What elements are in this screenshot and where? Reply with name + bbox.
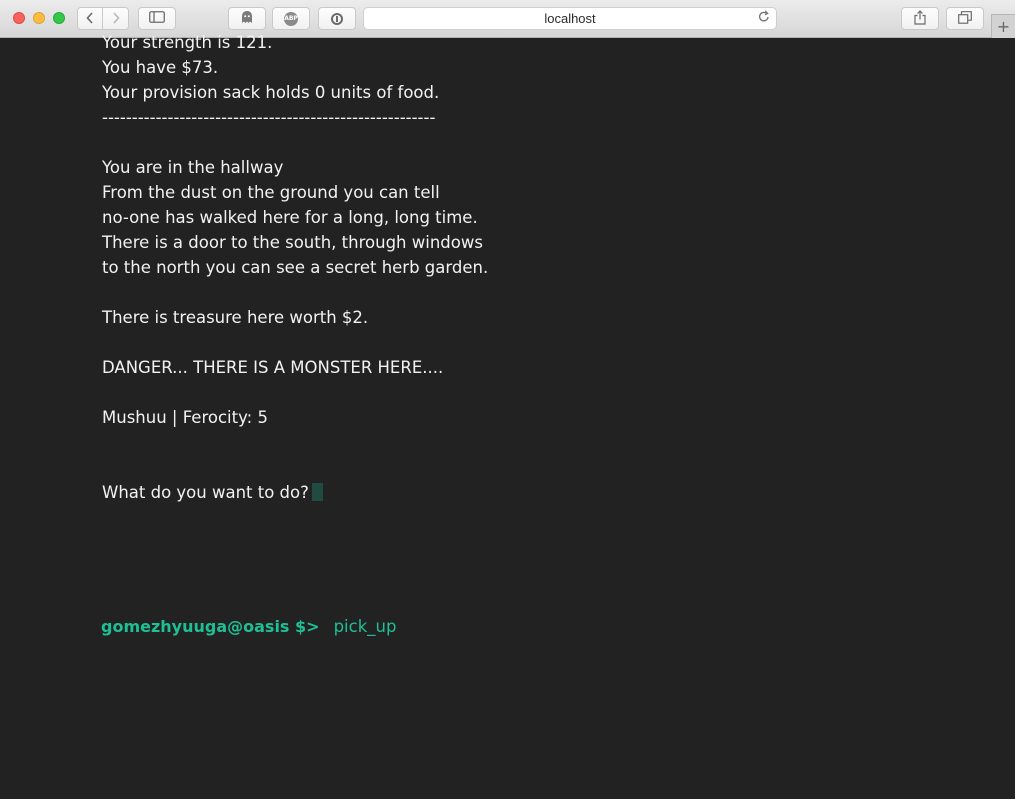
history-navigation	[77, 7, 129, 30]
address-bar[interactable]: localhost	[363, 7, 777, 30]
question-text: What do you want to do?	[102, 483, 309, 502]
question-line: What do you want to do?	[102, 480, 1015, 505]
block-cursor	[311, 483, 323, 501]
sidebar-icon	[149, 11, 165, 26]
sidebar-button[interactable]	[138, 7, 176, 30]
tabs-icon	[958, 10, 972, 27]
danger-line: DANGER... THERE IS A MONSTER HERE....	[102, 358, 444, 377]
room-line: There is a door to the south, through wi…	[102, 233, 483, 252]
reload-icon[interactable]	[758, 10, 770, 26]
room-line: no-one has walked here for a long, long …	[102, 208, 478, 227]
command-input[interactable]	[333, 617, 634, 636]
room-line: You are in the hallway	[102, 158, 284, 177]
info-icon	[331, 12, 343, 25]
money-line: You have $73.	[102, 58, 219, 77]
chevron-right-icon	[112, 9, 120, 28]
strength-line: Your strength is 121.	[102, 33, 273, 52]
address-text: localhost	[544, 11, 596, 26]
game-output: Your strength is 121. You have $73. Your…	[102, 30, 1015, 799]
treasure-line: There is treasure here worth $2.	[102, 308, 369, 327]
share-button[interactable]	[901, 7, 939, 30]
monster-line: Mushuu | Ferocity: 5	[102, 408, 268, 427]
minimize-window-button[interactable]	[33, 12, 45, 24]
prompt-label: gomezhyuuga@oasis $>	[101, 617, 320, 636]
zoom-window-button[interactable]	[53, 12, 65, 24]
tabs-overview-button[interactable]	[946, 7, 984, 30]
forward-button[interactable]	[103, 7, 129, 30]
back-button[interactable]	[77, 7, 103, 30]
ghost-icon	[240, 10, 254, 28]
password-manager-button[interactable]	[318, 7, 356, 30]
room-line: From the dust on the ground you can tell	[102, 183, 440, 202]
provision-line: Your provision sack holds 0 units of foo…	[102, 83, 440, 102]
divider-line: ----------------------------------------…	[102, 108, 436, 127]
share-icon	[914, 9, 926, 28]
chevron-left-icon	[86, 9, 94, 28]
room-line: to the north you can see a secret herb g…	[102, 258, 489, 277]
command-prompt: gomezhyuuga@oasis $>	[101, 614, 634, 639]
adblock-button[interactable]: ABP	[272, 7, 310, 30]
abp-icon: ABP	[284, 11, 298, 26]
close-window-button[interactable]	[13, 12, 25, 24]
command-input-wrap	[320, 617, 634, 636]
ghostery-button[interactable]	[228, 7, 266, 30]
